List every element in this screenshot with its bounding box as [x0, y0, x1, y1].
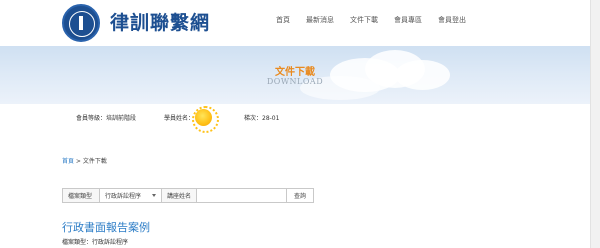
- breadcrumb-home-link[interactable]: 首頁: [62, 158, 74, 165]
- banner-title: 文件下載: [275, 67, 315, 78]
- nav-home[interactable]: 首頁: [276, 15, 290, 25]
- sun-avatar-icon: [192, 106, 219, 133]
- window-scrollbar[interactable]: [590, 0, 600, 248]
- logo-seal-icon[interactable]: [62, 4, 100, 42]
- breadcrumb-separator: >: [74, 158, 83, 165]
- breadcrumb: 首頁 > 文件下載: [62, 156, 107, 165]
- main-nav: 首頁 最新消息 文件下載 會員專區 會員登出: [276, 15, 482, 25]
- member-info-bar: 會員等級：培訓前階段 學員姓名： 梯次：28-01: [0, 104, 590, 133]
- term-number: 梯次：28-01: [244, 115, 280, 122]
- chevron-down-icon: [152, 194, 156, 197]
- site-header: 律訓聯繫網 首頁 最新消息 文件下載 會員專區 會員登出: [0, 0, 590, 46]
- site-logo-text[interactable]: 律訓聯繫網: [110, 8, 210, 35]
- breadcrumb-current: 文件下載: [82, 158, 107, 165]
- banner-subtitle: DOWNLOAD: [266, 77, 324, 86]
- lecturer-name-label: 講座姓名: [162, 188, 197, 203]
- nav-news[interactable]: 最新消息: [306, 15, 334, 25]
- lecturer-name-input[interactable]: [197, 188, 287, 203]
- section-title: 行政書面報告案例: [62, 221, 150, 234]
- nav-downloads[interactable]: 文件下載: [350, 15, 378, 25]
- search-button[interactable]: 查詢: [287, 188, 314, 203]
- category-select[interactable]: 行政訴訟程序: [100, 188, 162, 203]
- nav-logout[interactable]: 會員登出: [438, 15, 466, 25]
- category-info: 檔案類型：行政訴訟程序: [62, 239, 129, 246]
- student-name-label: 學員姓名：: [164, 115, 195, 122]
- member-level: 會員等級：培訓前階段: [76, 115, 137, 122]
- search-form: 檔案類型 行政訴訟程序 講座姓名 查詢: [62, 188, 314, 203]
- category-select-value: 行政訴訟程序: [105, 193, 142, 200]
- nav-member-area[interactable]: 會員專區: [394, 15, 422, 25]
- category-label: 檔案類型: [62, 188, 100, 203]
- page-banner: 文件下載 DOWNLOAD: [0, 46, 590, 104]
